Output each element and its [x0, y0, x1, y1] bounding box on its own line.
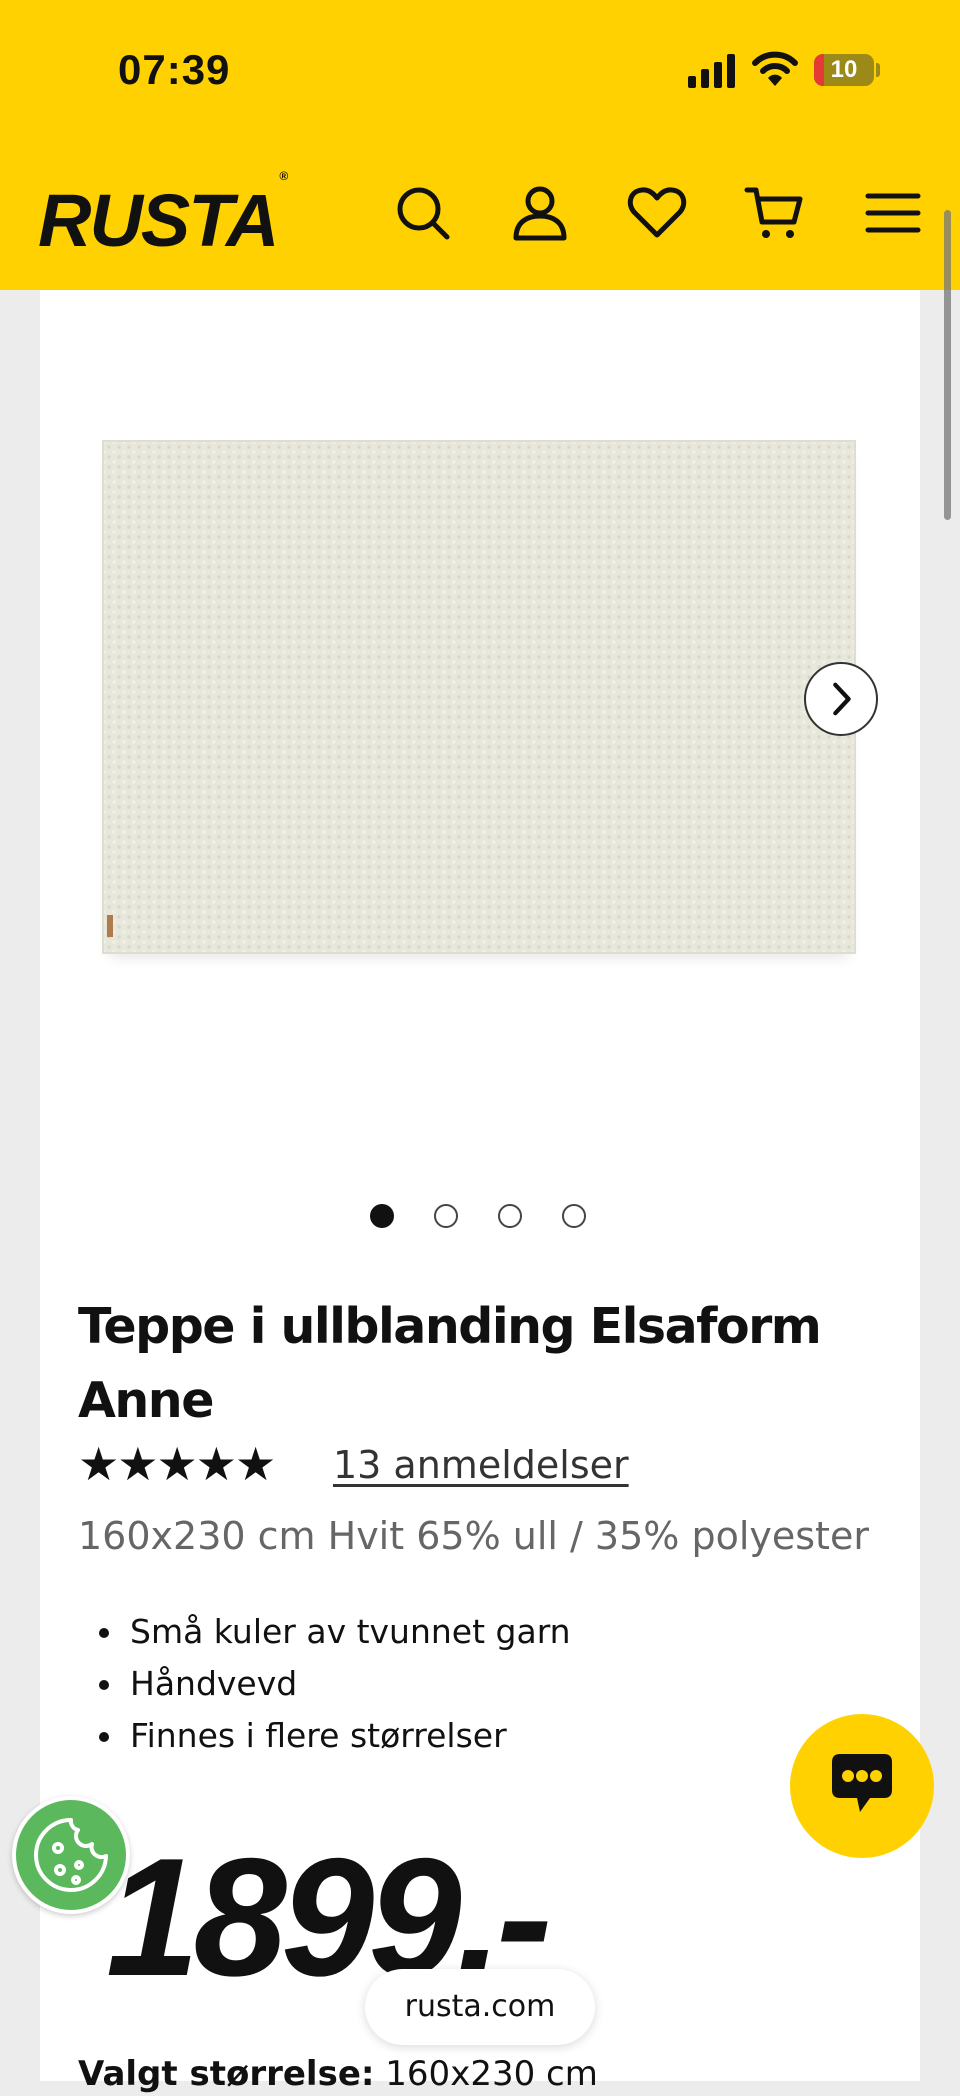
signal-icon — [688, 54, 735, 88]
chat-bubble-icon — [832, 1754, 892, 1812]
status-time: 07:39 — [118, 46, 231, 93]
rug-label-tag — [107, 915, 113, 937]
selected-size: Valgt størrelse: 160x230 cm — [78, 2052, 598, 2096]
cookie-icon — [34, 1818, 108, 1892]
selected-size-value: 160x230 cm — [385, 2054, 598, 2094]
wifi-icon — [752, 51, 798, 86]
page-scrollbar[interactable] — [944, 210, 951, 520]
gallery-next-button[interactable] — [804, 662, 878, 736]
cart-icon[interactable] — [744, 182, 806, 244]
rating-stars: ★★★★★ — [78, 1437, 276, 1491]
gallery-dots — [370, 1204, 600, 1230]
product-subtitle: 160x230 cm Hvit 65% ull / 35% polyester — [78, 1514, 869, 1558]
selected-size-label: Valgt størrelse: — [78, 2054, 375, 2094]
product-image[interactable] — [102, 440, 856, 954]
heart-icon[interactable] — [626, 182, 688, 244]
gallery-dot-2[interactable] — [434, 1204, 458, 1228]
browser-url-pill[interactable]: rusta.com — [365, 1969, 595, 2045]
logo-text: RUSTA — [38, 179, 279, 262]
battery-cap — [876, 63, 880, 77]
cookie-settings-button[interactable] — [12, 1796, 130, 1914]
search-icon[interactable] — [392, 182, 454, 244]
menu-icon[interactable] — [862, 182, 924, 244]
reviews-link[interactable]: 13 anmeldelser — [333, 1440, 629, 1490]
feature-list: Små kuler av tvunnet garn Håndvevd Finne… — [78, 1606, 571, 1762]
logo-registered-mark: ® — [279, 169, 288, 184]
feature-item: Håndvevd — [126, 1658, 571, 1710]
battery-icon: 10 — [814, 54, 874, 86]
rusta-logo[interactable]: RUSTA® — [38, 169, 288, 263]
gallery-dot-3[interactable] — [498, 1204, 522, 1228]
feature-item: Finnes i flere størrelser — [126, 1710, 571, 1762]
account-icon[interactable] — [509, 182, 571, 244]
feature-item: Små kuler av tvunnet garn — [126, 1606, 571, 1658]
gallery-dot-1[interactable] — [370, 1204, 394, 1228]
battery-level: 10 — [830, 56, 858, 83]
site-header: 07:39 10 RUSTA® — [0, 0, 960, 290]
product-title: Teppe i ullblanding Elsaform Anne — [78, 1298, 822, 1429]
chat-button[interactable] — [790, 1714, 934, 1858]
gallery-dot-4[interactable] — [562, 1204, 586, 1228]
